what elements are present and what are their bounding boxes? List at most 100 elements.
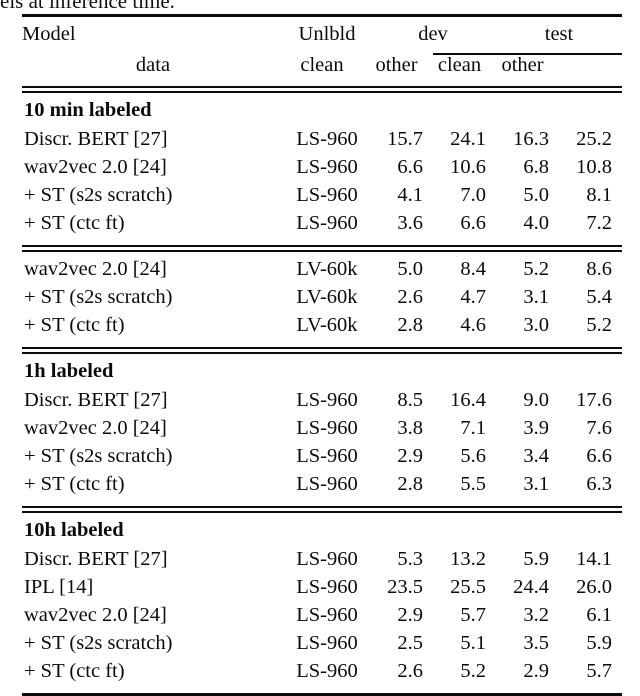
table-row[interactable]: + ST (ctc ft) LS-960 2.6 5.2 2.9 5.7	[22, 659, 622, 689]
cell-unlbld-data: LS-960	[296, 603, 358, 626]
cell-dev-clean: 3.8	[397, 416, 423, 439]
cell-test-clean: 5.2	[523, 257, 549, 280]
cell-unlbld-data: LS-960	[296, 575, 358, 598]
cell-unlbld-data: LS-960	[296, 211, 358, 234]
table-row[interactable]: + ST (s2s scratch) LS-960 4.1 7.0 5.0 8.1	[22, 183, 622, 213]
section-title: 10h labeled	[24, 518, 124, 541]
cell-model: + ST (ctc ft)	[24, 211, 125, 234]
section-header-row: 1h labeled	[22, 360, 622, 390]
cell-test-other: 25.2	[576, 127, 612, 150]
table-row[interactable]: + ST (s2s scratch) LV-60k 2.6 4.7 3.1 5.4	[22, 285, 622, 315]
cell-dev-clean: 2.5	[397, 631, 423, 654]
cell-dev-clean: 8.5	[397, 388, 423, 411]
cell-test-other: 6.6	[586, 444, 612, 467]
column-header-dev-clean: clean	[300, 53, 344, 76]
section-separator-rule	[22, 244, 622, 252]
cell-test-clean: 3.1	[523, 472, 549, 495]
cell-test-clean: 2.9	[523, 659, 549, 682]
cell-dev-clean: 2.9	[397, 444, 423, 467]
cell-dev-clean: 3.6	[397, 211, 423, 234]
cell-dev-clean: 2.8	[397, 472, 423, 495]
table-row[interactable]: + ST (ctc ft) LV-60k 2.8 4.6 3.0 5.2	[22, 313, 622, 343]
cell-model: wav2vec 2.0 [24]	[24, 416, 167, 439]
section-separator-rule	[22, 505, 622, 513]
cell-test-clean: 3.1	[523, 285, 549, 308]
cell-dev-clean: 23.5	[387, 575, 423, 598]
cell-test-clean: 3.9	[523, 416, 549, 439]
column-header-unlbld-line2: data	[135, 53, 171, 76]
cell-test-other: 7.2	[586, 211, 612, 234]
table-row[interactable]: wav2vec 2.0 [24] LV-60k 5.0 8.4 5.2 8.6	[22, 257, 622, 287]
cell-model: wav2vec 2.0 [24]	[24, 603, 167, 626]
cell-unlbld-data: LS-960	[296, 444, 358, 467]
cell-test-clean: 3.2	[523, 603, 549, 626]
cell-test-other: 17.6	[576, 388, 612, 411]
cell-test-other: 6.3	[586, 472, 612, 495]
cell-dev-clean: 2.9	[397, 603, 423, 626]
table-row[interactable]: IPL [14] LS-960 23.5 25.5 24.4 26.0	[22, 575, 622, 605]
cell-model: + ST (ctc ft)	[24, 313, 125, 336]
table-row[interactable]: wav2vec 2.0 [24] LS-960 6.6 10.6 6.8 10.8	[22, 155, 622, 185]
cell-unlbld-data: LV-60k	[296, 257, 358, 280]
cell-test-other: 14.1	[576, 547, 612, 570]
horizontal-double-rule	[22, 505, 622, 513]
table-header-row-1: Model Unlbld dev test	[22, 24, 622, 51]
cell-model: + ST (s2s scratch)	[24, 183, 173, 206]
table-row[interactable]: + ST (s2s scratch) LS-960 2.5 5.1 3.5 5.9	[22, 631, 622, 661]
cell-test-clean: 4.0	[523, 211, 549, 234]
column-header-test-other: other	[501, 53, 544, 76]
section-separator-rule	[22, 346, 622, 354]
cell-dev-other: 25.5	[450, 575, 486, 598]
cell-dev-clean: 4.1	[397, 183, 423, 206]
cell-model: + ST (ctc ft)	[24, 472, 125, 495]
column-header-dev-other: other	[375, 53, 418, 76]
table-row[interactable]: Discr. BERT [27] LS-960 15.7 24.1 16.3 25.2	[22, 127, 622, 157]
cell-test-other: 5.4	[586, 285, 612, 308]
cell-unlbld-data: LS-960	[296, 127, 358, 150]
cell-dev-other: 7.0	[460, 183, 486, 206]
cell-test-other: 6.1	[586, 603, 612, 626]
column-group-header-test-label: test	[544, 23, 574, 45]
cell-test-clean: 16.3	[513, 127, 549, 150]
horizontal-rule	[22, 692, 622, 696]
cell-unlbld-data: LS-960	[296, 416, 358, 439]
cell-test-other: 5.2	[586, 313, 612, 336]
horizontal-double-rule	[22, 244, 622, 252]
cell-test-other: 7.6	[586, 416, 612, 439]
table-row[interactable]: + ST (ctc ft) LS-960 2.8 5.5 3.1 6.3	[22, 472, 622, 502]
cell-dev-clean: 2.6	[397, 285, 423, 308]
cell-test-clean: 6.8	[523, 155, 549, 178]
table-header-row-2: data clean other clean other	[22, 53, 622, 82]
cell-test-clean: 5.9	[523, 547, 549, 570]
column-header-unlbld-line1: Unlbld	[298, 23, 356, 45]
cell-unlbld-data: LS-960	[296, 472, 358, 495]
cell-model: wav2vec 2.0 [24]	[24, 155, 167, 178]
cell-dev-other: 5.6	[460, 444, 486, 467]
cell-dev-clean: 2.8	[397, 313, 423, 336]
column-header-model-label: Model	[22, 23, 76, 45]
table-row[interactable]: Discr. BERT [27] LS-960 5.3 13.2 5.9 14.1	[22, 547, 622, 577]
cell-dev-other: 5.2	[460, 659, 486, 682]
horizontal-double-rule	[22, 346, 622, 354]
table-row[interactable]: wav2vec 2.0 [24] LS-960 2.9 5.7 3.2 6.1	[22, 603, 622, 633]
table-row[interactable]: + ST (ctc ft) LS-960 3.6 6.6 4.0 7.2	[22, 211, 622, 241]
cell-test-other: 5.9	[586, 631, 612, 654]
cell-dev-other: 5.5	[460, 472, 486, 495]
cell-unlbld-data: LS-960	[296, 183, 358, 206]
section-header-row: 10 min labeled	[22, 99, 622, 129]
cell-dev-other: 7.1	[460, 416, 486, 439]
table-row[interactable]: + ST (s2s scratch) LS-960 2.9 5.6 3.4 6.6	[22, 444, 622, 474]
cell-model: + ST (s2s scratch)	[24, 631, 173, 654]
cell-unlbld-data: LV-60k	[296, 285, 358, 308]
caption-fragment: els at inference time.	[0, 0, 175, 12]
header-bottom-double-rule	[22, 85, 622, 93]
cell-test-other: 8.6	[586, 257, 612, 280]
cell-test-clean: 24.4	[513, 575, 549, 598]
cell-dev-clean: 2.6	[397, 659, 423, 682]
table-row[interactable]: wav2vec 2.0 [24] LS-960 3.8 7.1 3.9 7.6	[22, 416, 622, 446]
cell-test-other: 8.1	[586, 183, 612, 206]
cell-model: + ST (ctc ft)	[24, 659, 125, 682]
cell-unlbld-data: LS-960	[296, 547, 358, 570]
table-row[interactable]: Discr. BERT [27] LS-960 8.5 16.4 9.0 17.6	[22, 388, 622, 418]
cell-dev-other: 13.2	[450, 547, 486, 570]
